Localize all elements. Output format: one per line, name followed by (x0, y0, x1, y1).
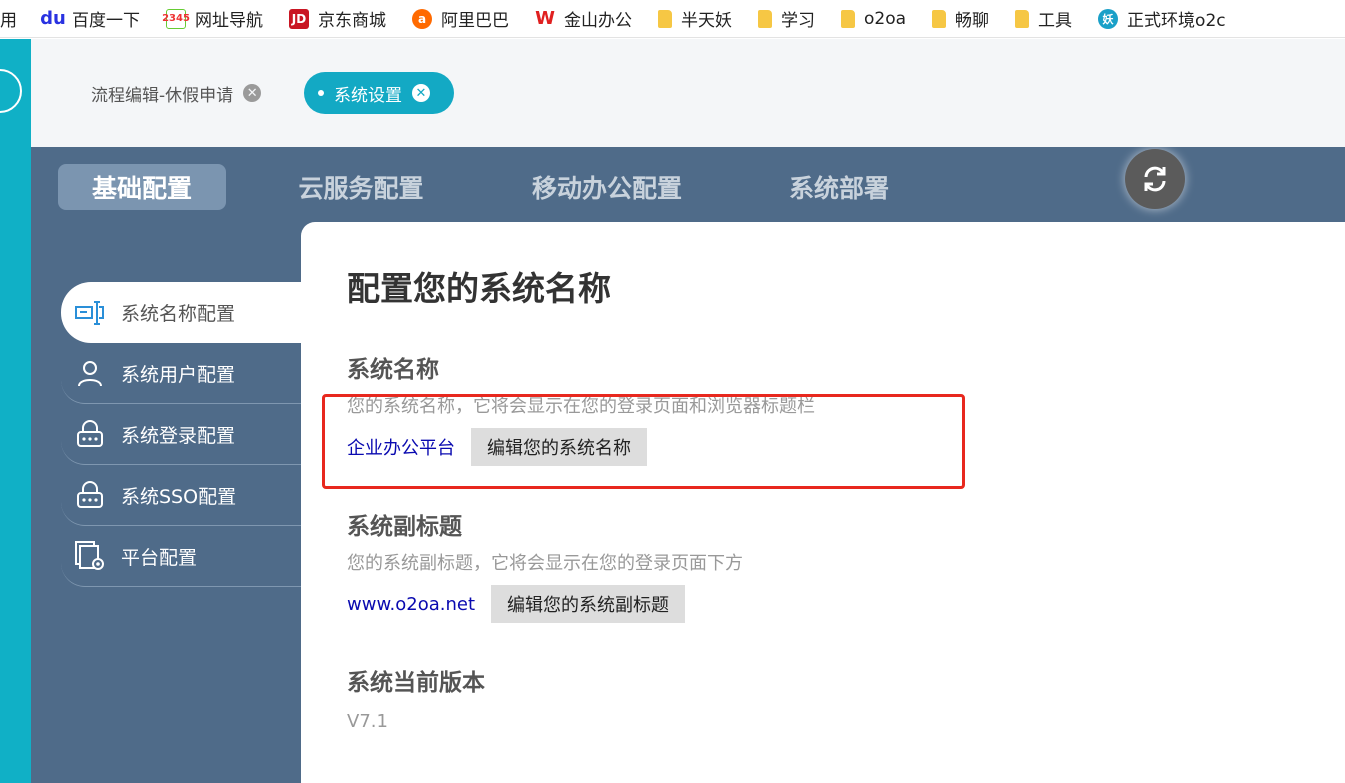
edit-subtitle-button[interactable]: 编辑您的系统副标题 (491, 585, 686, 623)
subtitle-section: 系统副标题 您的系统副标题，它将会显示在您的登录页面下方 www.o2oa.ne… (347, 507, 743, 623)
top-nav: 基础配置 云服务配置 移动办公配置 系统部署 (31, 147, 1345, 222)
platform-settings-icon (75, 541, 105, 571)
bookmark-label: 网址导航 (195, 11, 263, 31)
section-heading: 系统当前版本 (347, 670, 485, 696)
side-item-login-config[interactable]: 系统登录配置 (61, 404, 301, 465)
content-card: 配置您的系统名称 系统名称 您的系统名称，它将会显示在您的登录页面和浏览器标题栏… (301, 222, 1345, 783)
side-item-label: 平台配置 (121, 546, 198, 569)
yao-icon: 妖 (1098, 8, 1119, 29)
side-menu: 系统名称配置 系统用户配置 系统登录配置 系统SSO配置 平台配置 (61, 282, 301, 587)
bookmark-jd[interactable]: JD 京东商城 (289, 6, 386, 31)
bookmark-label: 工具 (1038, 11, 1073, 31)
refresh-icon (1144, 166, 1166, 192)
bookmark-label: 学习 (781, 11, 815, 31)
nav-mobile-config[interactable]: 移动办公配置 (509, 164, 705, 210)
annotation-highlight-box (322, 394, 965, 489)
wps-icon: W (535, 8, 555, 29)
nav-basic-config[interactable]: 基础配置 (58, 164, 226, 210)
close-icon[interactable]: ✕ (243, 84, 262, 102)
alibaba-icon: a (412, 8, 432, 29)
bookmark-label: 京东商城 (318, 11, 386, 31)
version-section: 系统当前版本 V7.1 (347, 663, 485, 732)
tab-flow-edit[interactable]: 流程编辑-休假申请 ✕ (78, 72, 283, 114)
nav-cloud-config[interactable]: 云服务配置 (276, 164, 446, 210)
baidu-icon: du (40, 8, 66, 29)
tab-system-settings[interactable]: 系统设置 ✕ (304, 72, 454, 114)
tab-label: 流程编辑-休假申请 (91, 85, 234, 106)
section-heading: 系统名称 (347, 357, 439, 383)
side-item-label: 系统名称配置 (121, 303, 236, 325)
2345-icon: 2345 (162, 8, 190, 29)
bookmark-folder[interactable]: 工具 (1015, 6, 1072, 31)
section-row: www.o2oa.net 编辑您的系统副标题 (347, 585, 743, 623)
side-item-name-config[interactable]: 系统名称配置 (61, 282, 301, 343)
bookmark-label: 畅聊 (955, 11, 990, 31)
bookmark-folder[interactable]: 半天妖 (658, 6, 732, 31)
bookmark-baidu[interactable]: du 百度一下 (40, 6, 140, 31)
bookmark-label: 正式环境o2c (1127, 11, 1226, 31)
active-dot-icon (318, 90, 324, 96)
bookmarks-bar: 用 du 百度一下 2345 网址导航 JD 京东商城 a 阿里巴巴 W 金山办公 半天妖… (0, 0, 1345, 38)
bookmark-label: 用 (0, 11, 17, 31)
folder-icon (758, 9, 772, 28)
close-icon[interactable]: ✕ (412, 84, 430, 102)
version-value: V7.1 (347, 711, 388, 732)
bookmark-item[interactable]: 用 (0, 6, 17, 31)
tab-bar: 流程编辑-休假申请 ✕ 系统设置 ✕ (31, 39, 1345, 147)
bookmark-label: 百度一下 (72, 11, 140, 31)
bookmark-2345[interactable]: 2345 网址导航 (162, 6, 263, 31)
bookmark-wps[interactable]: W 金山办公 (535, 6, 632, 31)
bookmark-alibaba[interactable]: a 阿里巴巴 (412, 6, 509, 31)
nav-deploy[interactable]: 系统部署 (771, 164, 907, 210)
jd-icon: JD (289, 8, 309, 29)
tab-label: 系统设置 (334, 85, 402, 106)
refresh-button[interactable] (1125, 149, 1185, 209)
side-item-user-config[interactable]: 系统用户配置 (61, 343, 301, 404)
side-item-sso-config[interactable]: 系统SSO配置 (61, 465, 301, 526)
name-config-icon (75, 298, 105, 328)
side-item-platform-config[interactable]: 平台配置 (61, 526, 301, 587)
subtitle-value: www.o2oa.net (347, 593, 476, 615)
bookmark-folder[interactable]: 畅聊 (932, 6, 989, 31)
side-item-label: 系统用户配置 (121, 363, 236, 386)
folder-icon (658, 9, 672, 28)
app-menu-icon[interactable] (0, 69, 22, 113)
section-description: 您的系统副标题，它将会显示在您的登录页面下方 (347, 553, 743, 574)
app-side-strip (0, 39, 31, 783)
lock-icon (75, 419, 105, 449)
side-item-label: 系统SSO配置 (121, 485, 237, 508)
bookmark-label: 金山办公 (564, 11, 632, 31)
page-title: 配置您的系统名称 (347, 269, 611, 308)
user-icon (75, 358, 105, 388)
bookmark-label: 阿里巴巴 (441, 11, 509, 31)
bookmark-folder[interactable]: o2oa (841, 9, 906, 29)
bookmark-label: 半天妖 (681, 11, 732, 31)
folder-icon (932, 9, 947, 28)
folder-icon (1015, 9, 1030, 28)
bookmark-label: o2oa (864, 8, 907, 29)
lock-icon (75, 480, 105, 510)
bookmark-folder[interactable]: 学习 (758, 6, 815, 31)
bookmark-yao[interactable]: 妖正式环境o2c (1098, 6, 1226, 31)
section-heading: 系统副标题 (347, 514, 462, 540)
side-item-label: 系统登录配置 (121, 424, 236, 447)
folder-icon (841, 9, 855, 28)
